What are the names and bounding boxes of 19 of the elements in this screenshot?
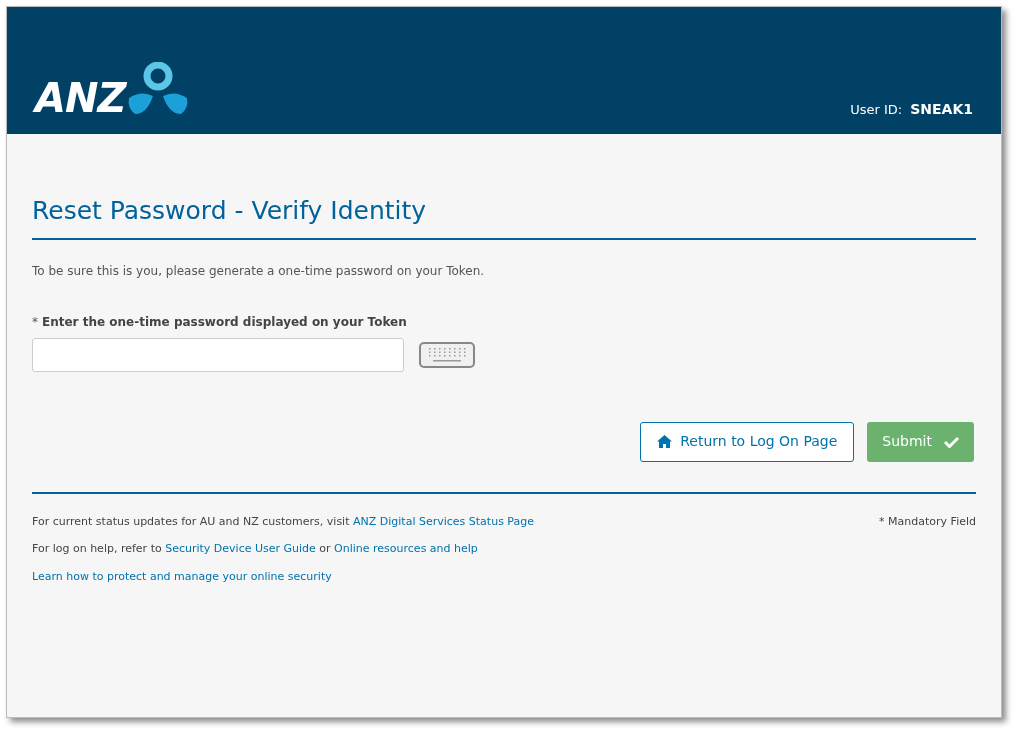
checkmark-icon (944, 435, 959, 448)
field-label: Enter the one-time password displayed on your Token (42, 313, 407, 331)
page-title: Reset Password - Verify Identity (32, 195, 428, 227)
footer-note: For log on help, refer to Security Device User Guide or Online resources and help (32, 541, 479, 557)
required-mark: * (32, 313, 38, 331)
submit-button[interactable]: Submit (867, 421, 974, 462)
password-field[interactable] (32, 337, 404, 372)
mandatory-note: * Mandatory Field (879, 513, 976, 530)
footer-link[interactable]: ANZ Digital Services Status Page (353, 514, 534, 528)
return-button[interactable]: Return to Log On Page (640, 421, 855, 462)
footer-link[interactable]: Security Device User Guide (165, 542, 316, 555)
intro-text: To be sure this is you, please generate a one-time password on your Token. (32, 262, 486, 280)
keyboard-icon[interactable] (419, 341, 475, 368)
user-id: SNEAK1 (910, 100, 973, 119)
home-icon (657, 435, 673, 448)
footer-link[interactable]: Online resources and help (334, 542, 478, 555)
footer-note: For current status updates for AU and NZ customers, visit ANZ Digital Services Status Page (32, 513, 534, 530)
security-link[interactable]: Learn how to protect and manage your online security (32, 568, 332, 585)
user-id-label: User ID: (850, 101, 903, 119)
